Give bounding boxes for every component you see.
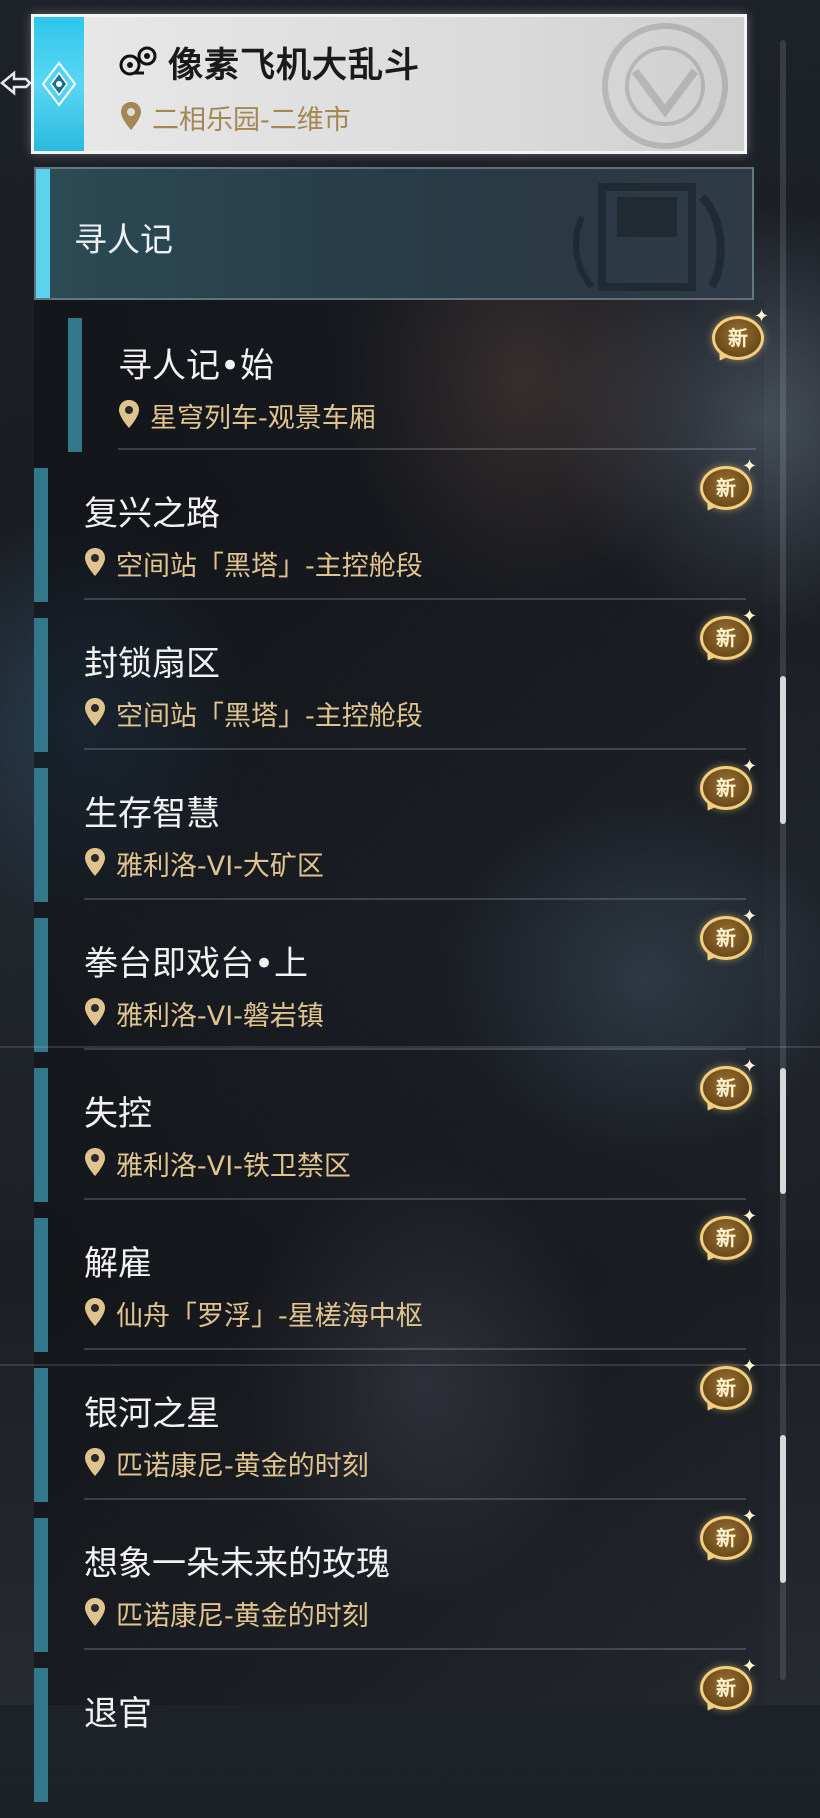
location-pin-icon [85,698,105,726]
list-item[interactable]: 复兴之路空间站「黑塔」-主控舱段 新 ✦ [0,458,800,618]
new-badge-icon: 新 ✦ [696,458,758,515]
scrollbar-track[interactable] [780,40,786,1680]
selection-pointer-icon [0,66,32,96]
item-location: 雅利洛-VI-大矿区 [116,851,324,882]
new-badge-icon: 新 ✦ [696,1058,758,1115]
item-location: 空间站「黑塔」-主控舱段 [116,701,423,732]
list-item[interactable]: 银河之星匹诺康尼-黄金的时刻 新 ✦ [0,1358,800,1518]
item-location: 空间站「黑塔」-主控舱段 [116,551,423,582]
item-title: 退官 [84,1694,152,1734]
item-title: 银河之星 [84,1394,220,1434]
scrollbar-thumb[interactable] [780,1435,786,1583]
new-badge-icon: 新 ✦ [696,1508,758,1565]
item-location: 星穹列车-观景车厢 [150,403,376,434]
new-badge-icon: 新 ✦ [696,1208,758,1265]
item-title: 封锁扇区 [84,644,220,684]
item-bar [34,1668,48,1802]
diamond-emblem-icon [41,61,77,107]
item-title: 想象一朵未来的玫瑰 [84,1544,390,1584]
item-title: 失控 [84,1094,152,1134]
item-title: 拳台即戏台•上 [84,944,309,984]
capture-seam [0,1364,820,1366]
new-badge-icon: 新 ✦ [696,758,758,815]
item-divider [84,1498,746,1500]
new-badge-icon: 新 ✦ [708,308,770,365]
location-pin-icon [85,848,105,876]
item-title: 复兴之路 [84,494,220,534]
location-pin-icon [119,400,139,428]
item-location: 仙舟「罗浮」-星槎海中枢 [116,1301,423,1332]
notebook-illustration-icon [573,183,725,291]
list-item[interactable]: 生存智慧雅利洛-VI-大矿区 新 ✦ [0,758,800,918]
list-item[interactable]: 解雇仙舟「罗浮」-星槎海中枢 新 ✦ [0,1208,800,1368]
item-location: 雅利洛-VI-磐岩镇 [116,1001,324,1032]
item-title: 寻人记•始 [118,346,275,386]
item-divider [118,448,756,450]
list-item[interactable]: 封锁扇区空间站「黑塔」-主控舱段 新 ✦ [0,608,800,768]
new-badge-icon: 新 ✦ [696,608,758,665]
selected-stripe [34,17,84,151]
new-badge-icon: 新 ✦ [696,908,758,965]
capture-seam [0,1046,820,1048]
item-bar [34,1068,48,1202]
item-divider [84,1348,746,1350]
item-bar [34,618,48,752]
item-bar [68,318,82,452]
item-bar [34,1518,48,1652]
item-divider [84,598,746,600]
location-pin-icon [85,1298,105,1326]
location-pin-icon [85,1448,105,1476]
scrollbar-thumb[interactable] [780,676,786,824]
item-bar [34,768,48,902]
item-location: 雅利洛-VI-铁卫禁区 [116,1151,351,1182]
list-item-sub[interactable]: 寻人记•始 星穹列车-观景车厢 新 ✦ [0,308,800,468]
selected-activity-title: 像素飞机大乱斗 [168,46,421,86]
category-title: 寻人记 [74,220,173,259]
item-bar [34,1218,48,1352]
item-bar [34,468,48,602]
category-stripe [36,169,50,298]
new-badge-icon: 新 ✦ [696,1358,758,1415]
list-item[interactable]: 想象一朵未来的玫瑰匹诺康尼-黄金的时刻 新 ✦ [0,1508,800,1668]
location-pin-icon [85,1598,105,1626]
watermark-emblem-icon [602,23,728,149]
list-item[interactable]: 退官 新 ✦ [0,1658,800,1818]
item-divider [84,1048,746,1050]
list-item[interactable]: 失控雅利洛-VI-铁卫禁区 新 ✦ [0,1058,800,1218]
selected-activity-location: 二相乐园-二维市 [152,105,351,136]
item-location: 匹诺康尼-黄金的时刻 [116,1601,369,1632]
location-pin-icon [85,1148,105,1176]
new-badge-icon: 新 ✦ [696,1658,758,1715]
item-location: 匹诺康尼-黄金的时刻 [116,1451,369,1482]
selected-activity-card[interactable]: 像素飞机大乱斗 二相乐园-二维市 [31,14,747,154]
controller-icon [119,46,157,76]
location-pin-icon [85,548,105,576]
item-bar [34,1368,48,1502]
item-title: 生存智慧 [84,794,220,834]
item-divider [84,1648,746,1650]
item-divider [84,898,746,900]
category-header[interactable]: 寻人记 [34,167,754,300]
item-divider [84,748,746,750]
scrollbar-thumb[interactable] [780,1068,786,1194]
item-bar [34,918,48,1052]
location-pin-icon [85,998,105,1026]
item-title: 解雇 [84,1244,152,1284]
location-pin-icon [121,102,141,130]
item-divider [84,1198,746,1200]
